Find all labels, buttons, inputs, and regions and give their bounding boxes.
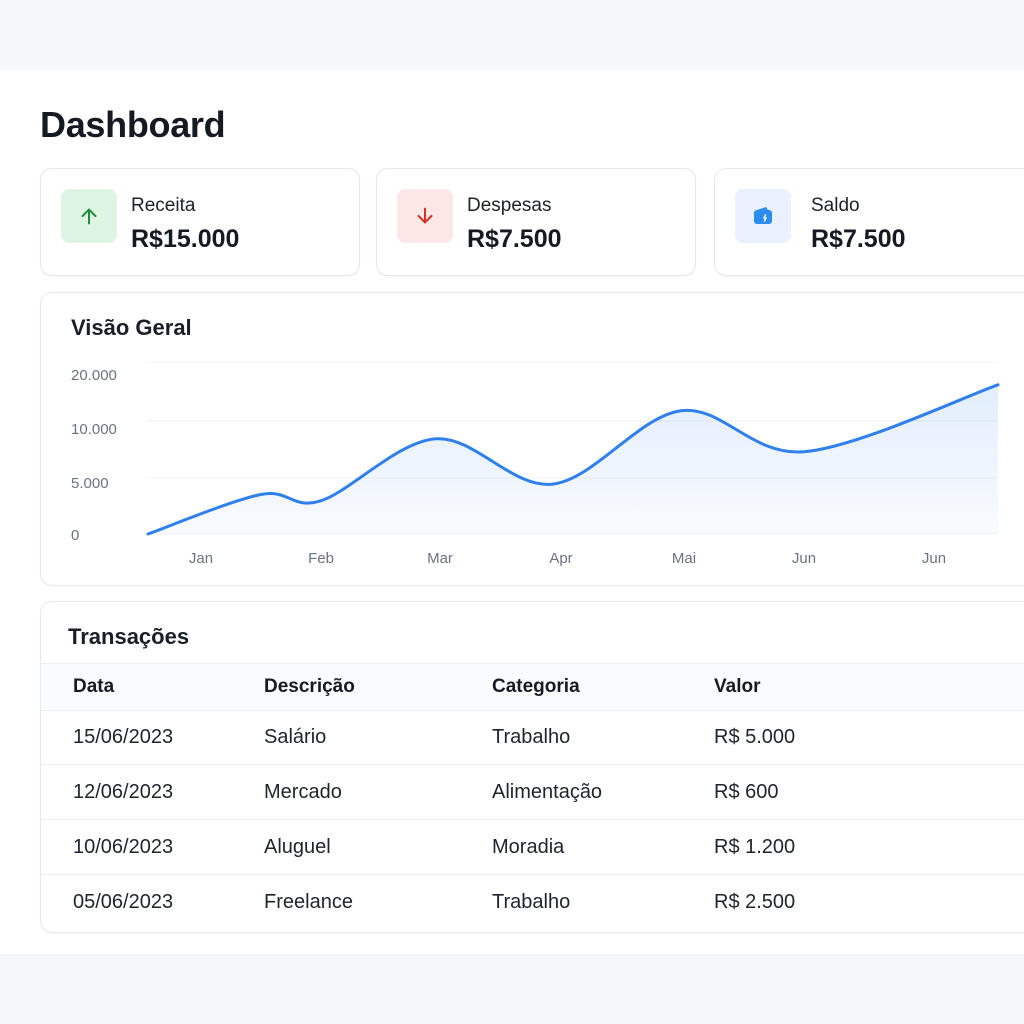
stat-card-despesas[interactable]: Despesas R$7.500 [376, 168, 696, 276]
cell-value: R$ 1.200 [714, 836, 796, 858]
cell-category: Trabalho [492, 726, 571, 748]
x-tick-label: Jun [792, 550, 816, 567]
cell-description: Mercado [264, 781, 342, 803]
transactions-card: Transações Data Descrição Categoria Valo… [40, 601, 1024, 933]
x-tick-label: Mar [427, 550, 453, 567]
stat-value: R$15.000 [131, 225, 240, 253]
table-row[interactable]: 05/06/2023 Freelance Trabalho R$ 2.500 [41, 875, 1024, 929]
stat-card-receita[interactable]: Receita R$15.000 [40, 168, 360, 276]
wallet-icon [735, 189, 791, 243]
cell-value: R$ 5.000 [714, 726, 796, 748]
stat-label: Receita [131, 195, 196, 216]
column-header-descricao[interactable]: Descrição [264, 676, 355, 698]
table-row[interactable]: 10/06/2023 Aluguel Moradia R$ 1.200 [41, 820, 1024, 875]
table-header: Data Descrição Categoria Valor [41, 663, 1024, 711]
x-tick-label: Jun [922, 550, 946, 567]
table-row[interactable]: 15/06/2023 Salário Trabalho R$ 5.000 [41, 710, 1024, 765]
overview-chart-card: Visão Geral 20.000 10.000 5.000 0 Jan Feb Mar… [40, 292, 1024, 586]
cell-value: R$ 600 [714, 781, 779, 803]
transactions-title: Transações [68, 624, 190, 649]
column-header-data[interactable]: Data [73, 676, 114, 698]
arrow-up-icon [61, 189, 117, 243]
x-tick-label: Jan [189, 550, 213, 567]
cell-date: 15/06/2023 [73, 726, 174, 748]
column-header-valor[interactable]: Valor [714, 676, 760, 698]
x-tick-label: Apr [549, 550, 572, 567]
y-tick-label: 0 [71, 527, 79, 544]
stat-card-saldo[interactable]: Saldo R$7.500 [714, 168, 1024, 276]
cell-category: Alimentação [492, 781, 603, 803]
stat-value: R$7.500 [811, 225, 906, 253]
x-tick-label: Feb [308, 550, 334, 567]
overview-chart: 20.000 10.000 5.000 0 Jan Feb Mar Apr Mai Jun Jun [71, 361, 1000, 567]
y-tick-label: 10.000 [71, 421, 117, 438]
cell-date: 05/06/2023 [73, 891, 174, 913]
x-tick-label: Mai [672, 550, 696, 567]
stat-label: Saldo [811, 195, 860, 216]
y-tick-label: 20.000 [71, 367, 117, 384]
stat-label: Despesas [467, 195, 552, 216]
cell-value: R$ 2.500 [714, 891, 796, 913]
cell-date: 10/06/2023 [73, 836, 174, 858]
page-title: Dashboard [40, 104, 226, 145]
stat-value: R$7.500 [467, 225, 562, 253]
cell-description: Aluguel [264, 836, 331, 858]
y-tick-label: 5.000 [71, 475, 109, 492]
cell-category: Trabalho [492, 891, 571, 913]
cell-date: 12/06/2023 [73, 781, 174, 803]
cell-description: Salário [264, 726, 327, 748]
cell-description: Freelance [264, 891, 353, 913]
arrow-down-icon [397, 189, 453, 243]
main-content: Dashboard Receita R$15.000 Despesas R$7.… [0, 70, 1024, 954]
column-header-categoria[interactable]: Categoria [492, 676, 580, 698]
table-row[interactable]: 12/06/2023 Mercado Alimentação R$ 600 [41, 765, 1024, 820]
cell-category: Moradia [492, 836, 565, 858]
chart-area-fill [148, 384, 998, 534]
